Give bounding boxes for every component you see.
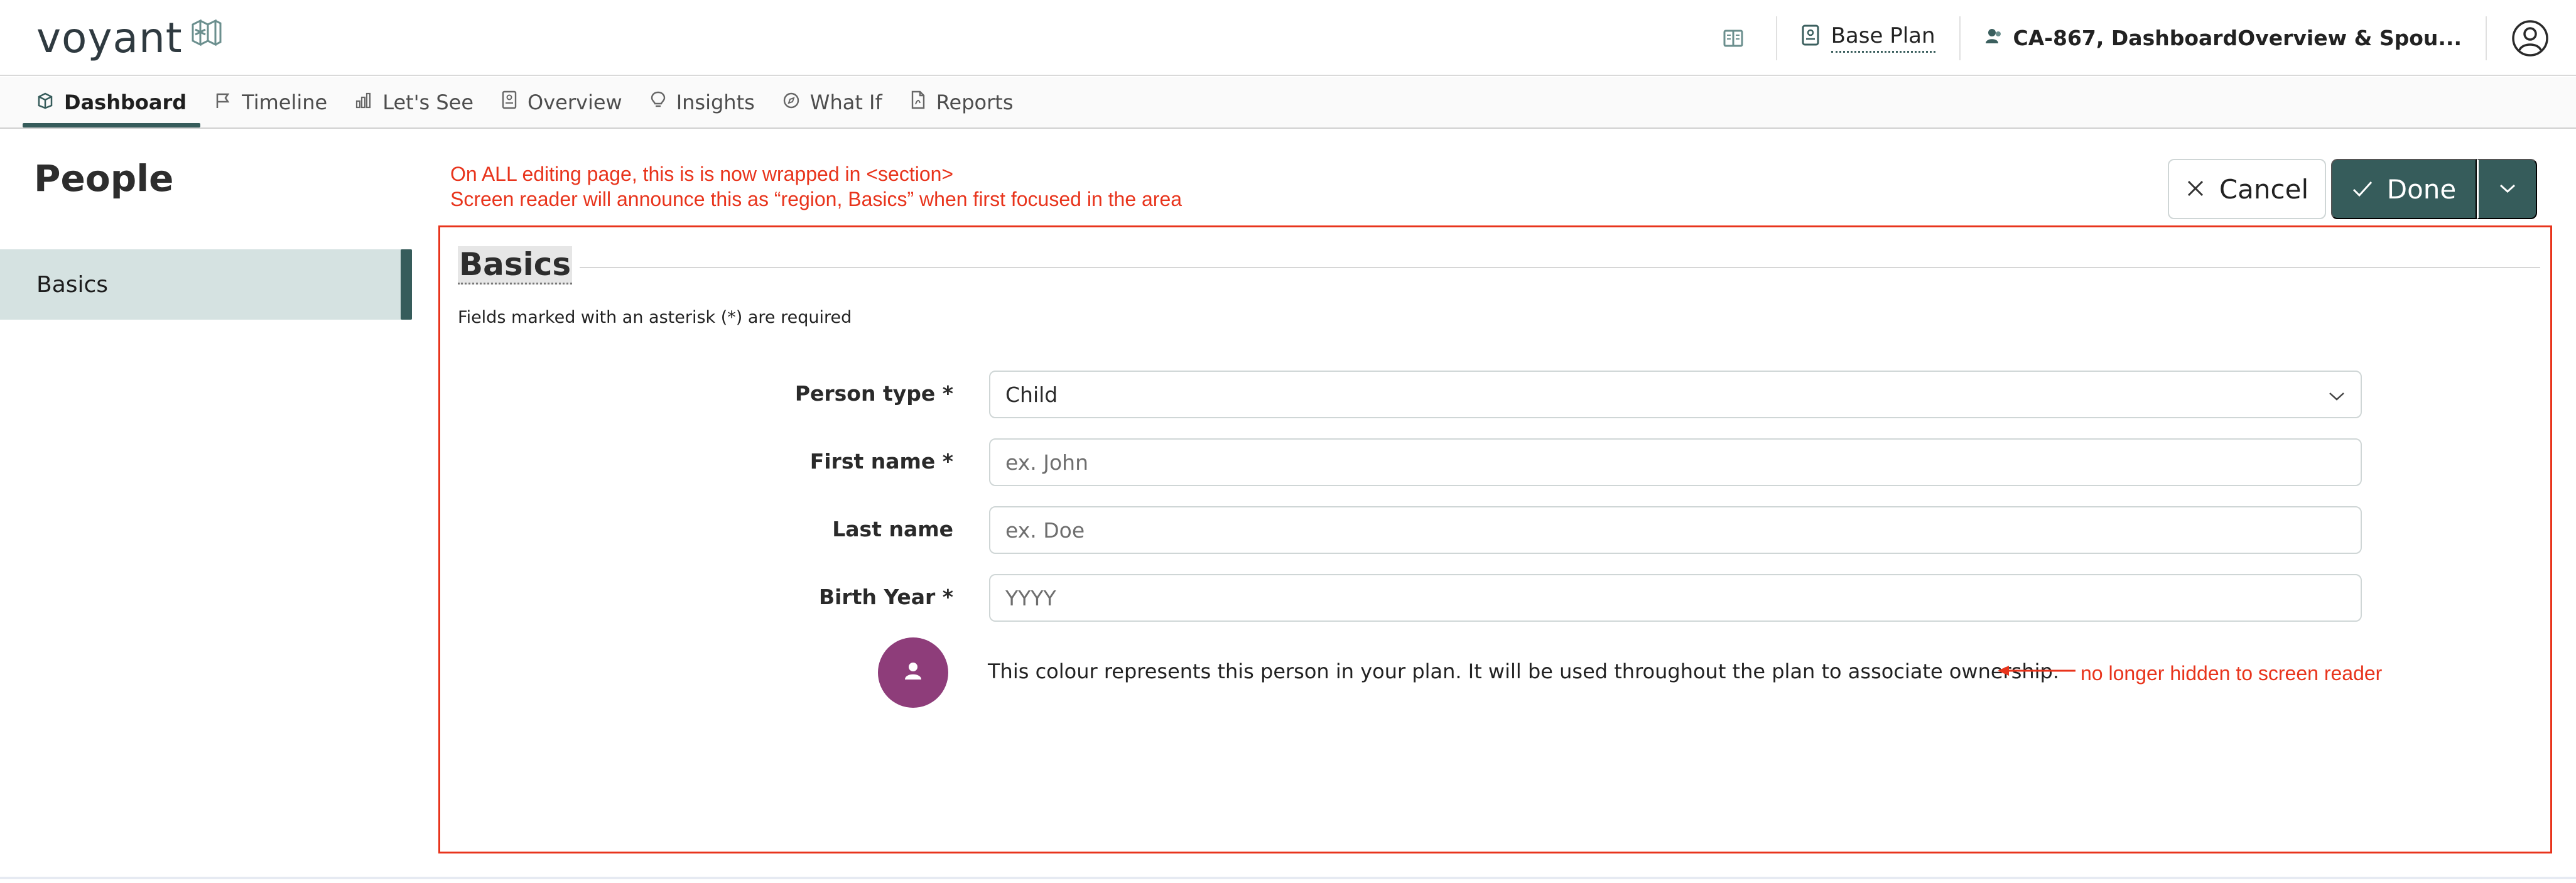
- sidebar-item-label: Basics: [36, 271, 109, 298]
- base-plan-button[interactable]: Base Plan: [1801, 23, 1935, 53]
- annotation-color-note: no longer hidden to screen reader: [2081, 662, 2383, 685]
- done-options-dropdown-button[interactable]: [2477, 159, 2537, 219]
- sidebar-item-basics[interactable]: Basics: [0, 249, 412, 320]
- annotation-arrow-icon: [1998, 666, 2075, 676]
- tab-label: Timeline: [242, 90, 328, 114]
- client-name: CA-867, DashboardOverview & Spou...: [2013, 26, 2462, 50]
- header-divider: [1775, 16, 1777, 60]
- person-type-value: Child: [1005, 382, 1058, 407]
- person-icon: [901, 659, 926, 686]
- annotation-line: On ALL editing page, this is is now wrap…: [450, 163, 954, 185]
- main-nav: Dashboard Timeline Let's See Overview In…: [0, 77, 2576, 129]
- first-name-input[interactable]: [989, 438, 2362, 486]
- annotation-section-wrap: On ALL editing page, this is is now wrap…: [450, 161, 1182, 212]
- birth-year-label: Birth Year *: [818, 585, 953, 609]
- top-header: voyant Base Plan CA-867, DashboardOvervi…: [0, 0, 2576, 76]
- close-icon: [2185, 174, 2205, 205]
- user-account-icon[interactable]: [2511, 19, 2550, 58]
- pdf-icon: [910, 90, 926, 114]
- first-name-label: First name *: [809, 449, 953, 474]
- tab-label: What If: [809, 90, 882, 114]
- tab-label: Insights: [676, 90, 755, 114]
- plan-document-icon: [1801, 24, 1820, 52]
- done-button[interactable]: Done: [2331, 159, 2477, 219]
- logo-text: voyant: [36, 13, 183, 62]
- cancel-button[interactable]: Cancel: [2168, 159, 2326, 219]
- page-title: People: [34, 157, 174, 200]
- annotation-line: Screen reader will announce this as “reg…: [450, 188, 1182, 210]
- done-label: Done: [2386, 173, 2457, 205]
- tab-label: Let's See: [382, 90, 474, 114]
- bottom-divider: [0, 877, 2576, 879]
- nav-tabs: Dashboard Timeline Let's See Overview In…: [0, 77, 2576, 127]
- last-name-label: Last name: [832, 517, 953, 541]
- header-divider: [2486, 16, 2487, 60]
- tab-what-if[interactable]: What If: [769, 77, 896, 127]
- voyant-logo[interactable]: voyant: [36, 13, 223, 63]
- tab-lets-see[interactable]: Let's See: [341, 77, 487, 127]
- lightbulb-icon: [650, 90, 666, 114]
- compass-icon: [782, 90, 800, 114]
- dashboard-icon: [36, 90, 54, 114]
- chevron-down-icon: [2498, 182, 2517, 197]
- last-name-input[interactable]: [989, 506, 2362, 554]
- header-divider: [1959, 16, 1961, 60]
- color-description: This colour represents this person in yo…: [988, 659, 2060, 683]
- tab-reports[interactable]: Reports: [896, 77, 1027, 127]
- tab-overview[interactable]: Overview: [487, 77, 636, 127]
- person-type-label: Person type *: [794, 381, 953, 406]
- tab-label: Dashboard: [64, 90, 187, 114]
- flag-icon: [214, 90, 232, 114]
- client-people-icon: [1984, 26, 2003, 50]
- base-plan-label: Base Plan: [1831, 23, 1935, 53]
- guide-book-icon[interactable]: [1714, 19, 1752, 57]
- tab-dashboard[interactable]: Dashboard: [23, 77, 201, 127]
- logo-mark-icon: [189, 16, 223, 52]
- header-right: Base Plan CA-867, DashboardOverview & Sp…: [1714, 0, 2576, 76]
- person-type-select[interactable]: Child: [989, 371, 2362, 418]
- client-selector[interactable]: CA-867, DashboardOverview & Spou...: [1984, 26, 2462, 50]
- birth-year-input[interactable]: [989, 574, 2362, 622]
- tab-label: Reports: [936, 90, 1014, 114]
- section-heading: Basics: [458, 246, 573, 284]
- chevron-down-icon: [2328, 382, 2346, 407]
- person-color-swatch[interactable]: [878, 637, 948, 708]
- section-divider: [580, 267, 2540, 268]
- bar-chart-icon: [355, 90, 372, 114]
- tab-timeline[interactable]: Timeline: [200, 77, 341, 127]
- tab-label: Overview: [528, 90, 622, 114]
- checkmark-icon: [2352, 174, 2373, 205]
- cancel-label: Cancel: [2219, 173, 2309, 205]
- tab-insights[interactable]: Insights: [636, 77, 769, 127]
- document-icon: [501, 90, 517, 114]
- required-fields-note: Fields marked with an asterisk (*) are r…: [458, 308, 852, 327]
- basics-section: Basics Fields marked with an asterisk (*…: [438, 225, 2552, 853]
